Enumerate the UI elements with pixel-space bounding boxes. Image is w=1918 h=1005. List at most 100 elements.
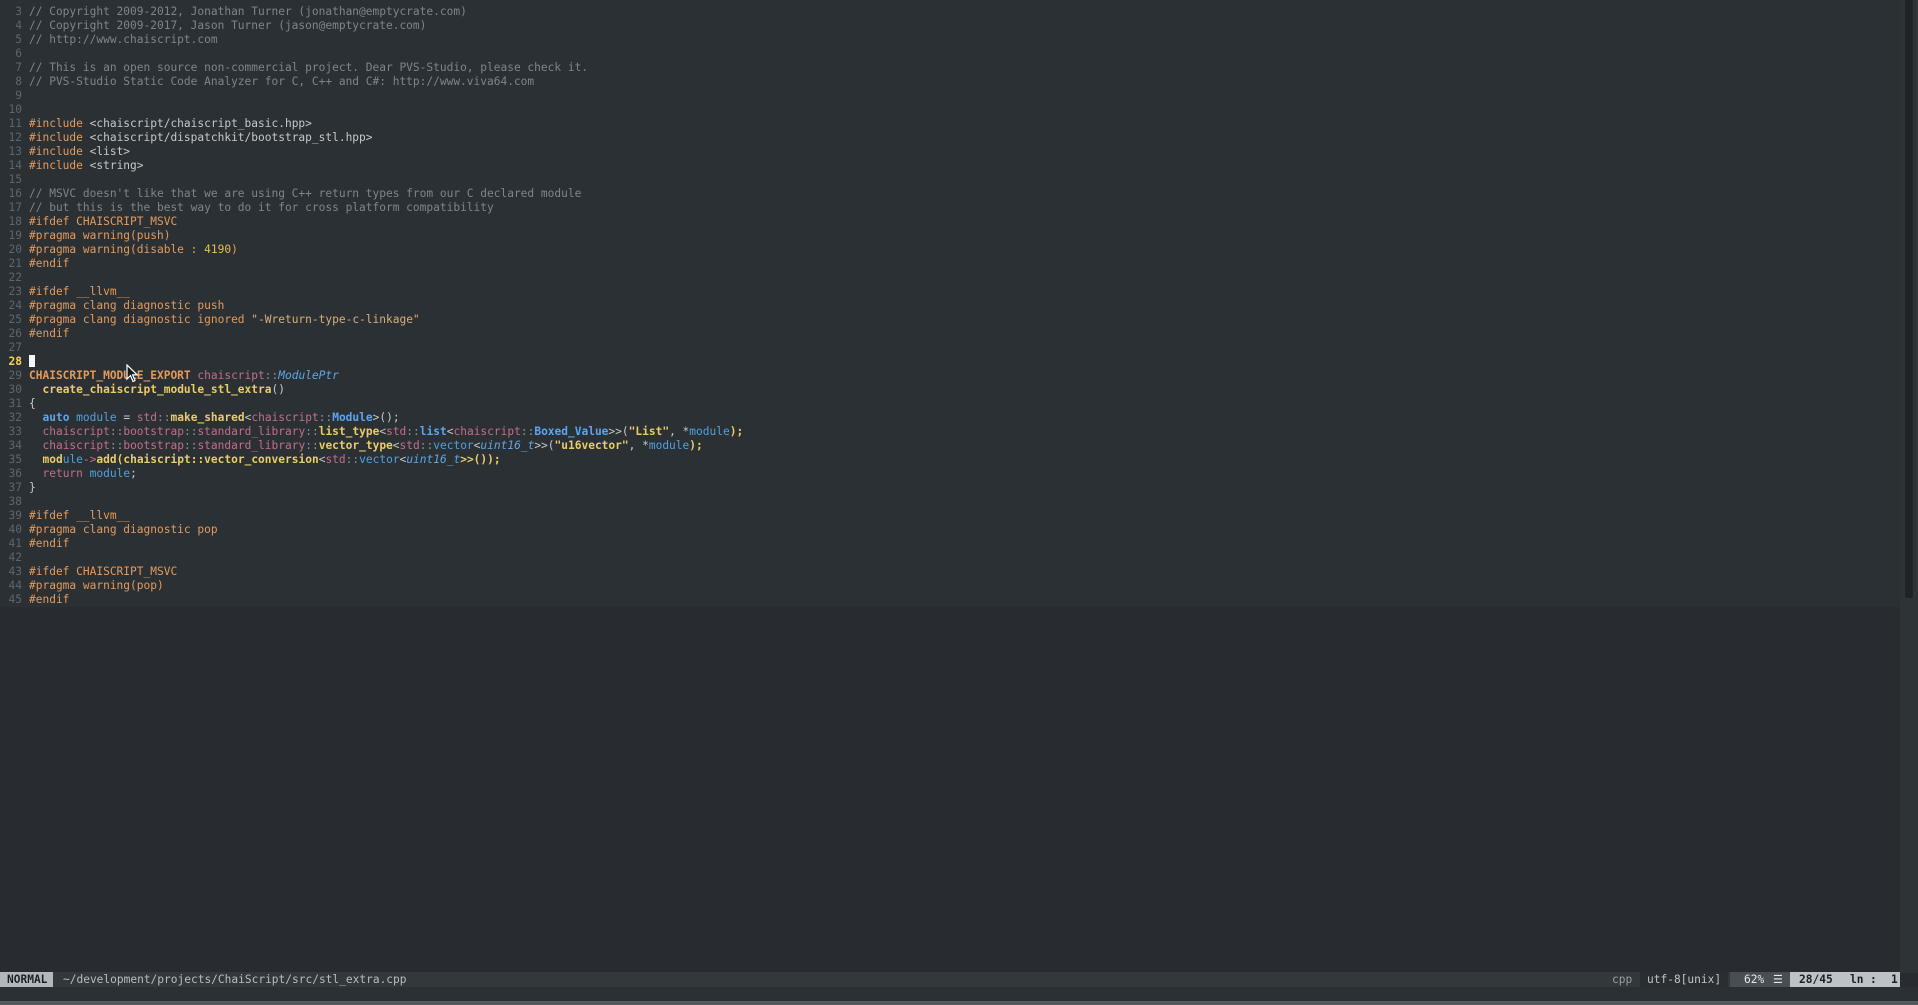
editor-empty-area <box>0 607 1900 973</box>
code-line[interactable]: 10 <box>0 103 29 117</box>
code-text: #pragma clang diagnostic ignored "-Wretu… <box>29 313 420 326</box>
code-token: () <box>271 383 285 396</box>
code-token: bootstrap <box>123 439 184 452</box>
code-token: :: <box>318 411 333 424</box>
code-line[interactable]: 32 auto module = std::make_shared<chaisc… <box>0 411 400 425</box>
scrollbar-thumb[interactable] <box>1905 0 1913 598</box>
code-text: #ifdef __llvm__ <box>29 509 130 522</box>
editor-pane[interactable]: 3 // Copyright 2009-2012, Jonathan Turner… <box>0 0 1900 607</box>
column-number: 1 <box>1891 973 1898 986</box>
code-token: std <box>325 453 346 466</box>
code-line[interactable]: 31 { <box>0 397 36 411</box>
code-line[interactable]: 20 #pragma warning(disable : 4190) <box>0 243 238 257</box>
code-line[interactable]: 42 <box>0 551 29 565</box>
code-line[interactable]: 17 // but this is the best way to do it f… <box>0 201 494 215</box>
code-line[interactable]: 29 CHAISCRIPT_MODULE_EXPORT chaiscript::M… <box>0 369 339 383</box>
code-line[interactable]: 11 #include <chaiscript/chaiscript_basic.… <box>0 117 312 131</box>
code-line[interactable]: 38 <box>0 495 29 509</box>
code-line[interactable]: 8 // PVS-Studio Static Code Analyzer for … <box>0 75 534 89</box>
code-token: <chaiscript/dispatchkit/bootstrap_stl.hp… <box>89 131 373 144</box>
code-text: #pragma warning(pop) <box>29 579 164 592</box>
file-path: ~/development/projects/ChaiScript/src/st… <box>63 973 407 986</box>
line-number: 33 <box>8 425 22 438</box>
code-line[interactable]: 7 // This is an open source non-commercia… <box>0 61 588 75</box>
code-line[interactable]: 3 // Copyright 2009-2012, Jonathan Turner… <box>0 5 467 19</box>
window-bottom-border <box>0 1001 1918 1005</box>
code-line[interactable]: 37} <box>0 481 36 495</box>
code-token: #include <box>29 131 90 144</box>
code-token: #include <box>29 117 90 130</box>
code-token: { <box>29 397 36 410</box>
code-token: chaiscript <box>251 411 319 424</box>
code-line[interactable]: 34 chaiscript::bootstrap::standard_libra… <box>0 439 703 453</box>
code-text: module->add(chaiscript::vector_conversio… <box>29 453 501 466</box>
line-number: 24 <box>8 299 22 312</box>
code-text: #ifdef CHAISCRIPT_MSVC <box>29 565 177 578</box>
code-line[interactable]: 43 #ifdef CHAISCRIPT_MSVC <box>0 565 178 579</box>
code-line[interactable]: 35 module->add(chaiscript::vector_conver… <box>0 453 501 467</box>
code-token: ); <box>729 425 744 438</box>
code-line[interactable]: 9 <box>0 89 29 103</box>
code-token: :: <box>345 453 360 466</box>
code-token: // Copyright 2009-2012, Jonathan Turner … <box>29 5 467 18</box>
code-token: #endif <box>29 327 70 340</box>
code-line[interactable]: 36 return module; <box>0 467 137 481</box>
code-line[interactable]: 41 #endif <box>0 537 70 551</box>
cursor-position: 28/45 ln : 1 <box>1790 972 1900 987</box>
line-number: 20 <box>8 243 22 256</box>
code-line[interactable]: 25 #pragma clang diagnostic ignored "-Wre… <box>0 313 420 327</box>
code-line[interactable]: 5 // http://www.chaiscript.com <box>0 33 217 47</box>
code-line[interactable]: 23 #ifdef __llvm__ <box>0 285 131 299</box>
code-line[interactable]: 15 <box>0 173 29 187</box>
code-line[interactable]: 16 // MSVC doesn't like that we are using… <box>0 187 582 201</box>
code-line[interactable]: 18 #ifdef CHAISCRIPT_MSVC <box>0 215 178 229</box>
code-text: #include <string> <box>29 159 144 172</box>
code-text <box>29 355 35 368</box>
line-number: 28 <box>8 355 22 368</box>
line-number: 36 <box>8 467 22 480</box>
code-text: create_chaiscript_module_stl_extra() <box>29 383 285 396</box>
code-token: CHAISCRIPT_MODULE_EXPORT <box>29 369 198 382</box>
code-token: #pragma clang diagnostic push <box>29 299 225 312</box>
code-token: ModulePtr <box>278 369 339 382</box>
code-line[interactable]: 21 #endif <box>0 257 70 271</box>
line-number: 41 <box>8 537 22 550</box>
code-token: uint16_t <box>480 439 535 452</box>
code-line[interactable]: 24 #pragma clang diagnostic push <box>0 299 225 313</box>
code-token: ; <box>130 467 137 480</box>
position-colon: : <box>1870 973 1877 986</box>
code-text: CHAISCRIPT_MODULE_EXPORT chaiscript::Mod… <box>29 369 339 382</box>
code-line[interactable]: 30 create_chaiscript_module_stl_extra() <box>0 383 285 397</box>
code-line[interactable]: 27 <box>0 341 29 355</box>
code-line[interactable]: 39 #ifdef __llvm__ <box>0 509 131 523</box>
code-token: ) <box>231 243 238 256</box>
code-token: >>( <box>608 425 629 438</box>
text-cursor <box>29 355 35 367</box>
line-number: 11 <box>8 117 22 130</box>
code-line[interactable]: 28 <box>0 355 35 369</box>
code-line[interactable]: 33 chaiscript::bootstrap::standard_libra… <box>0 425 744 439</box>
code-line[interactable]: 14 #include <string> <box>0 159 144 173</box>
code-line[interactable]: 22 <box>0 271 29 285</box>
code-line[interactable]: 6 <box>0 47 29 61</box>
code-text: #endif <box>29 257 69 270</box>
code-line[interactable]: 40 #pragma clang diagnostic pop <box>0 523 218 537</box>
vertical-scrollbar[interactable] <box>1900 0 1918 973</box>
code-token: chaiscript <box>453 425 521 438</box>
code-text: #ifdef CHAISCRIPT_MSVC <box>29 215 177 228</box>
code-token: list <box>419 425 447 438</box>
code-line[interactable]: 26 #endif <box>0 327 70 341</box>
code-line[interactable]: 13 #include <list> <box>0 145 131 159</box>
code-token: "u16vector" <box>554 439 629 452</box>
code-line[interactable]: 44 #pragma warning(pop) <box>0 579 164 593</box>
code-line[interactable]: 19 #pragma warning(push) <box>0 229 171 243</box>
code-token: >>()); <box>460 453 501 466</box>
line-number: 9 <box>15 89 22 102</box>
code-token: list_type <box>318 425 380 438</box>
code-line[interactable]: 12 #include <chaiscript/dispatchkit/boots… <box>0 131 373 145</box>
line-number: 23 <box>8 285 22 298</box>
code-line[interactable]: 4 // Copyright 2009-2017, Jason Turner (j… <box>0 19 426 33</box>
code-token: #endif <box>29 537 70 550</box>
code-line[interactable]: 45 #endif <box>0 593 70 607</box>
